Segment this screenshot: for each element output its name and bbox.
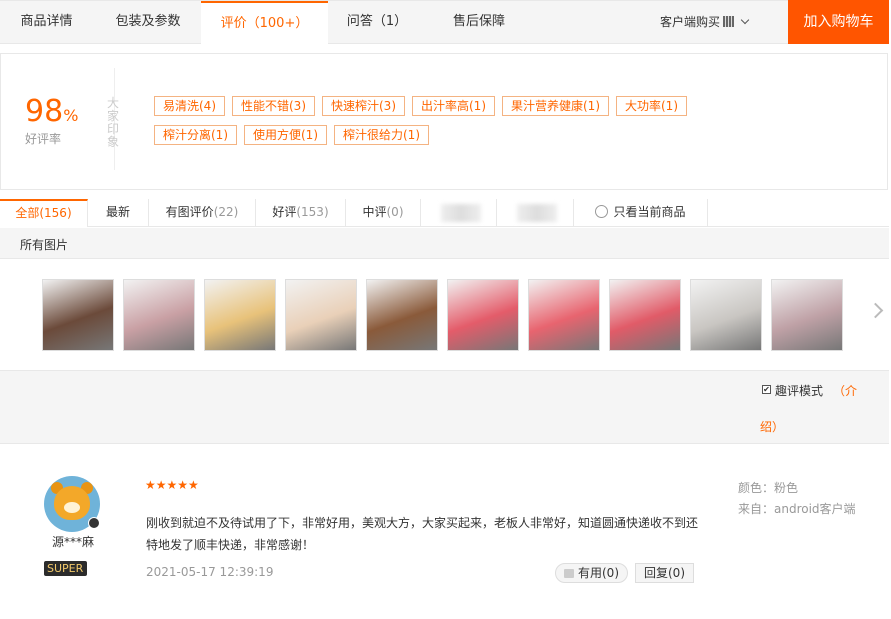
star-rating: ★★★★★ (145, 478, 199, 492)
fun-mode-intro-link[interactable]: （介 (833, 382, 857, 399)
tab-packaging-specs[interactable]: 包装及参数 (100, 1, 196, 43)
useful-label: 有用(0) (578, 566, 619, 580)
filter-current-product[interactable]: 只看当前商品 (574, 199, 708, 226)
client-buy-menu[interactable]: 客户端购买 (660, 1, 750, 43)
filter-good[interactable]: 好评(153) (256, 199, 346, 226)
review-date: 2021-05-17 12:39:19 (146, 565, 274, 579)
thumbnail-image (286, 280, 356, 350)
radio-icon[interactable] (595, 205, 609, 218)
filter-blurred-1[interactable] (421, 199, 497, 226)
impression-tag[interactable]: 榨汁很给力(1) (334, 125, 429, 145)
product-color: 颜色：粉色 (738, 481, 799, 495)
reply-button[interactable]: 回复(0) (635, 563, 694, 583)
impression-tag[interactable]: 易清洗(4) (154, 96, 225, 116)
reviewer-name: 源***麻 (52, 535, 95, 549)
review-thumbnail[interactable] (609, 279, 681, 351)
thumbnail-image (205, 280, 275, 350)
review-filter-tabs: 全部(156) 最新 有图评价(22) 好评(153) 中评(0) 只看当前商品 (0, 199, 889, 227)
detail-tab-bar: 商品详情 包装及参数 评价（100+） 问答（1） 售后保障 客户端购买 加入购… (0, 0, 889, 44)
filter-with-pics[interactable]: 有图评价(22) (149, 199, 256, 226)
avatar-snout (64, 502, 80, 513)
qr-code-icon (723, 16, 735, 27)
impression-label: 大家印象 (107, 96, 120, 149)
filter-all-count: (156) (39, 206, 72, 220)
review-thumbnail[interactable] (447, 279, 519, 351)
thumbnail-image (772, 280, 842, 350)
thumbs-up-icon (564, 569, 574, 578)
filter-good-label: 好评 (272, 205, 297, 219)
impression-tag[interactable]: 使用方便(1) (244, 125, 327, 145)
all-pictures-bar: 所有图片 (0, 228, 889, 259)
rating-summary-panel: 98% 好评率 大家印象 易清洗(4) 性能不错(3) 快速榨汁(3) 出汁率高(1)… (0, 53, 888, 190)
thumbnail-image (529, 280, 599, 350)
filter-good-count: (153) (296, 205, 329, 219)
chevron-down-icon (740, 15, 750, 25)
positive-rate-label: 好评率 (25, 132, 62, 146)
blurred-label (517, 204, 557, 222)
super-badge-text: SUPER (47, 562, 84, 575)
current-product-label: 只看当前商品 (613, 205, 686, 219)
fun-mode-checkbox[interactable]: ✔ (762, 385, 771, 394)
fun-mode-label: 趣评模式 (775, 384, 824, 398)
fun-mode-intro-link-cont[interactable]: 绍） (760, 418, 784, 435)
impression-tag[interactable]: 性能不错(3) (232, 96, 315, 116)
percent-sign: % (63, 106, 79, 125)
review-thumbnail[interactable] (123, 279, 195, 351)
review-thumbnail[interactable] (204, 279, 276, 351)
mobile-badge-icon (88, 517, 100, 529)
thumbnail-image (610, 280, 680, 350)
review-thumbnail[interactable] (690, 279, 762, 351)
impression-tag[interactable]: 果汁营养健康(1) (502, 96, 609, 116)
thumbnail-image (448, 280, 518, 350)
filter-pics-label: 有图评价 (165, 205, 214, 219)
impression-tags: 易清洗(4) 性能不错(3) 快速榨汁(3) 出汁率高(1) 果汁营养健康(1) 大功率(… (154, 96, 714, 154)
tab-after-sales[interactable]: 售后保障 (440, 1, 518, 43)
thumbnail-image (124, 280, 194, 350)
filter-medium-count: (0) (386, 205, 404, 219)
filter-medium[interactable]: 中评(0) (346, 199, 421, 226)
tab-reviews[interactable]: 评价（100+） (201, 1, 328, 44)
review-meta: 颜色：粉色 来自：android客户端 (738, 478, 856, 520)
thumbnail-image (367, 280, 437, 350)
filter-blurred-2[interactable] (497, 199, 574, 226)
tab-qa[interactable]: 问答（1） (340, 1, 414, 43)
thumbnail-image (691, 280, 761, 350)
filter-all[interactable]: 全部(156) (0, 199, 88, 227)
useful-button[interactable]: 有用(0) (555, 563, 628, 583)
add-to-cart-button[interactable]: 加入购物车 (788, 0, 889, 44)
review-thumbnail[interactable] (366, 279, 438, 351)
impression-tag[interactable]: 榨汁分离(1) (154, 125, 237, 145)
fun-mode-bar: ✔ 趣评模式 （介 绍） (0, 370, 889, 444)
review-thumbnail[interactable] (42, 279, 114, 351)
review-text: 刚收到就迫不及待试用了下，非常好用，美观大方，大家买起来，老板人非常好，知道圆通… (146, 516, 699, 552)
chevron-right-icon[interactable] (867, 302, 884, 319)
client-buy-label: 客户端购买 (660, 15, 721, 29)
impression-tag[interactable]: 出汁率高(1) (412, 96, 495, 116)
review-thumbnail[interactable] (771, 279, 843, 351)
tab-product-details[interactable]: 商品详情 (0, 1, 93, 43)
impression-tag[interactable]: 大功率(1) (616, 96, 687, 116)
blurred-label (441, 204, 481, 222)
impression-tag[interactable]: 快速榨汁(3) (322, 96, 405, 116)
filter-latest[interactable]: 最新 (88, 199, 149, 226)
filter-latest-label: 最新 (105, 205, 130, 219)
positive-rate-value: 98 (25, 94, 64, 129)
super-member-badge: SUPER (44, 561, 88, 576)
filter-all-label: 全部 (15, 206, 40, 220)
thumbnail-image (43, 280, 113, 350)
review-source: 来自：android客户端 (738, 502, 856, 516)
filter-pics-count: (22) (213, 205, 239, 219)
all-pictures-label: 所有图片 (20, 238, 69, 252)
filter-medium-label: 中评 (362, 205, 387, 219)
review-thumbnail[interactable] (528, 279, 600, 351)
positive-rate: 98% (25, 94, 78, 129)
review-thumbnail[interactable] (285, 279, 357, 351)
